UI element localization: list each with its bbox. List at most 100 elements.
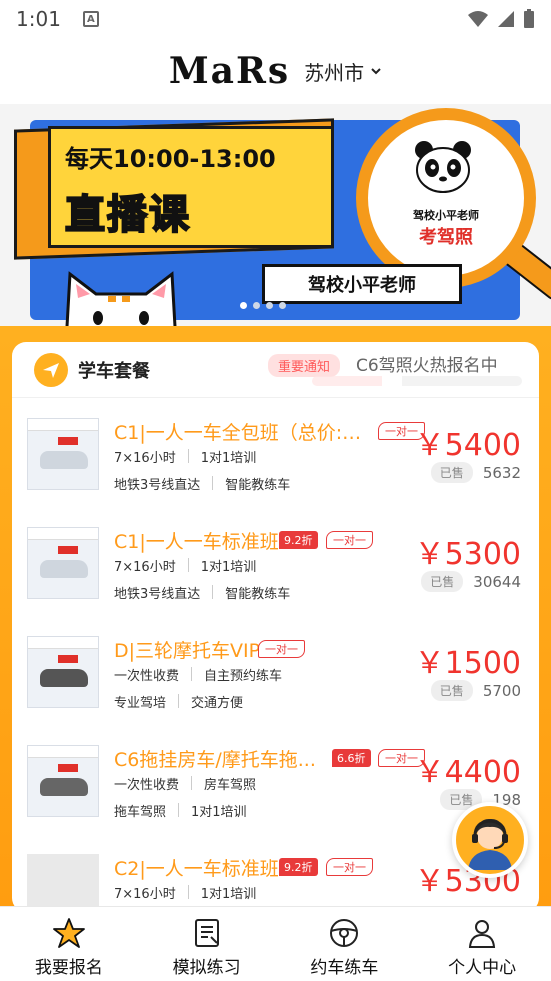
nav-label: 个人中心 (448, 958, 517, 978)
customer-service-icon (468, 818, 512, 870)
panda-icon (415, 141, 471, 193)
package-thumbnail (27, 854, 99, 912)
feature: 拖车驾照 (114, 804, 167, 820)
nav-item-enroll[interactable]: 我要报名 (0, 907, 138, 981)
discount-badge: 9.2折 (279, 858, 318, 876)
feature: 地铁3号线直达 (114, 477, 201, 493)
feature: 7×16小时 (114, 559, 176, 575)
city-selector[interactable]: 苏州市 (304, 57, 382, 86)
feature: 智能教练车 (225, 477, 291, 493)
carousel-dot[interactable] (266, 302, 273, 309)
user-icon (469, 920, 496, 948)
sold-value: 30644 (473, 572, 521, 591)
package-title: C1|一人一车标准班 (114, 531, 279, 553)
feature: 一次性收费 (114, 777, 180, 793)
star-icon (52, 918, 85, 948)
type-tag: 一对一 (326, 531, 373, 549)
package-title: D|三轮摩托车VIP (114, 640, 261, 662)
nav-item-profile[interactable]: 个人中心 (413, 907, 551, 981)
status-time: 1:01 (16, 7, 61, 31)
package-item[interactable]: C1|一人一车标准班 9.2折 一对一 7×16小时 1对1培训 地铁3号线直达 智… (12, 527, 539, 636)
carousel-dot[interactable] (279, 302, 286, 309)
package-features-row1: 7×16小时 1对1培训 (114, 882, 256, 902)
package-features-row2: 拖车驾照 1对1培训 (114, 800, 247, 820)
banner-time: 每天10:00-13:00 (65, 145, 276, 173)
paper-plane-icon (34, 352, 68, 387)
notice-text[interactable]: C6驾照火热报名中 (356, 351, 498, 376)
package-thumbnail (27, 636, 99, 708)
nav-label: 模拟练习 (172, 958, 241, 978)
package-features-row1: 7×16小时 1对1培训 (114, 555, 256, 575)
exam-paper-icon (194, 919, 219, 947)
status-icons (467, 9, 535, 29)
sold-label: 已售 (430, 462, 473, 483)
package-thumbnail (27, 527, 99, 599)
feature: 1对1培训 (200, 450, 257, 466)
feature: 交通方便 (191, 695, 244, 711)
package-item[interactable]: D|三轮摩托车VIP 一对一 一次性收费 自主预约练车 专业驾培 交通方便 ￥150… (12, 636, 539, 745)
package-features-row2: 专业驾培 交通方便 (114, 691, 243, 711)
wifi-icon (468, 11, 488, 27)
magnifier-lens: 驾校小平老师 考驾照 (356, 108, 536, 288)
package-features-row2: 地铁3号线直达 智能教练车 (114, 473, 290, 493)
lens-title: 考驾照 (419, 227, 473, 248)
package-features-row1: 一次性收费 自主预约练车 (114, 664, 282, 684)
signal-icon (498, 11, 514, 27)
nav-label: 我要报名 (34, 958, 103, 978)
app-header: MaRs 苏州市 (0, 38, 551, 104)
customer-service-button[interactable] (452, 802, 528, 878)
package-price: ￥4400 (414, 755, 521, 790)
package-title: C6拖挂房车/摩托车拖... (114, 749, 316, 771)
sold-label: 已售 (430, 680, 473, 701)
feature: 智能教练车 (225, 586, 291, 602)
package-title: C2|一人一车标准班 (114, 858, 279, 880)
city-label: 苏州市 (304, 60, 365, 85)
feature: 一次性收费 (114, 668, 180, 684)
type-tag: 一对一 (326, 858, 373, 876)
feature: 7×16小时 (114, 886, 176, 902)
feature: 自主预约练车 (204, 668, 283, 684)
package-features-row1: 一次性收费 房车驾照 (114, 773, 256, 793)
carousel-dot[interactable] (253, 302, 260, 309)
feature: 1对1培训 (191, 804, 247, 820)
package-card-header: 学车套餐 重要通知 C6驾照火热报名中 (12, 342, 539, 398)
package-price: ￥5300 (414, 537, 521, 572)
lens-subtitle: 驾校小平老师 (413, 209, 479, 222)
feature: 1对1培训 (200, 886, 257, 902)
notice-tag: 重要通知 (268, 354, 341, 377)
feature: 专业驾培 (114, 695, 167, 711)
package-item[interactable]: C1|一人一车全包班（总价:￥... 一对一 7×16小时 1对1培训 地铁3号线… (12, 418, 539, 527)
nav-item-practice[interactable]: 模拟练习 (138, 907, 276, 981)
feature: 房车驾照 (204, 777, 257, 793)
package-title: C1|一人一车全包班（总价:￥... (114, 422, 374, 444)
type-tag: 一对一 (258, 640, 305, 658)
carousel-dot[interactable] (240, 302, 247, 309)
sold-count: 已售 5632 (430, 462, 521, 483)
discount-badge: 6.6折 (332, 749, 371, 767)
package-features-row1: 7×16小时 1对1培训 (114, 446, 256, 466)
feature: 7×16小时 (114, 450, 176, 466)
promo-banner[interactable]: 每天10:00-13:00 直播课 驾校小平老师 考驾照 驾校小平老师 (0, 104, 551, 326)
banner-card: 每天10:00-13:00 直播课 (48, 126, 334, 248)
section-title: 学车套餐 (78, 360, 150, 382)
notification-icon: A (82, 11, 99, 27)
feature: 地铁3号线直达 (114, 586, 201, 602)
banner-teacher: 驾校小平老师 (262, 264, 462, 304)
sold-value: 5632 (482, 463, 521, 482)
banner-course: 直播课 (64, 191, 191, 239)
brand-logo: MaRs (168, 50, 291, 92)
sold-value: 5700 (482, 681, 521, 700)
nav-label: 约车练车 (310, 958, 379, 978)
feature: 1对1培训 (200, 559, 257, 575)
cat-illustration (65, 271, 177, 326)
bottom-nav: 我要报名 模拟练习 约车练车 个人中心 (0, 906, 551, 981)
battery-icon (524, 9, 534, 28)
sold-label: 已售 (421, 571, 464, 592)
discount-badge: 9.2折 (279, 531, 318, 549)
carousel-dots (240, 302, 286, 309)
nav-item-booking[interactable]: 约车练车 (276, 907, 414, 981)
package-thumbnail (27, 418, 99, 490)
chevron-down-icon (371, 68, 381, 75)
package-thumbnail (27, 745, 99, 817)
package-price: ￥5400 (414, 428, 521, 463)
